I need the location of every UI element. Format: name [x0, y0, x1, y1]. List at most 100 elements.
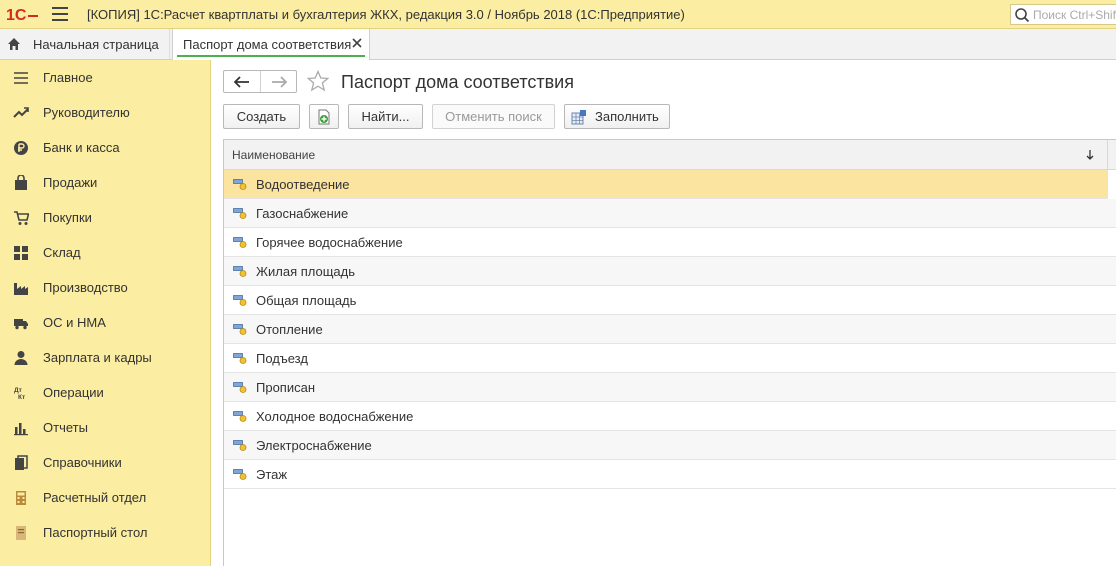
characteristic-icon [233, 208, 247, 219]
sidebar-item-passport-office[interactable]: Паспортный стол [0, 515, 210, 550]
sidebar-item-label: Производство [43, 280, 128, 295]
characteristic-icon [233, 411, 247, 422]
sidebar-item-label: Паспортный стол [43, 525, 148, 540]
person-icon [14, 350, 28, 365]
title-bar: 1С [КОПИЯ] 1С:Расчет квартплаты и бухгал… [0, 0, 1116, 29]
table-row[interactable]: Общая площадь [224, 286, 1116, 315]
main-menu-icon[interactable] [52, 7, 68, 21]
tab-house-passport[interactable]: Паспорт дома соответствия [172, 29, 370, 60]
back-button[interactable] [224, 71, 260, 92]
close-icon[interactable] [351, 37, 363, 49]
sidebar-item-salary[interactable]: Зарплата и кадры [0, 340, 210, 375]
table-row[interactable]: Жилая площадь [224, 257, 1116, 286]
sidebar-item-label: Главное [43, 70, 93, 85]
table-header: Наименование [224, 140, 1116, 170]
characteristic-icon [233, 266, 247, 277]
sidebar-item-operations[interactable]: Дт Кт Операции [0, 375, 210, 410]
table-row[interactable]: Газоснабжение [224, 199, 1116, 228]
table-row[interactable]: Подъезд [224, 344, 1116, 373]
row-label: Прописан [256, 379, 316, 395]
sidebar-item-label: ОС и НМА [43, 315, 106, 330]
table-row[interactable]: Горячее водоснабжение [224, 228, 1116, 257]
factory-icon [14, 282, 28, 295]
cancel-search-button[interactable]: Отменить поиск [432, 104, 555, 129]
search-icon[interactable] [1014, 7, 1030, 23]
table-row[interactable]: Электроснабжение [224, 431, 1116, 460]
sidebar-item-reports[interactable]: Отчеты [0, 410, 210, 445]
tab-active-label: Паспорт дома соответствия [183, 37, 352, 52]
row-label: Водоотведение [256, 176, 350, 192]
table-row[interactable]: Водоотведение [224, 170, 1108, 199]
row-label: Подъезд [256, 350, 308, 366]
row-label: Этаж [256, 466, 288, 482]
fill-button[interactable]: Заполнить [564, 104, 670, 129]
sidebar-item-assets[interactable]: ОС и НМА [0, 305, 210, 340]
calculator-icon [16, 490, 26, 505]
folder-icon [16, 525, 26, 540]
row-label: Газоснабжение [256, 205, 349, 221]
sidebar-item-warehouse[interactable]: Склад [0, 235, 210, 270]
svg-text:Кт: Кт [18, 394, 25, 401]
row-label: Общая площадь [256, 292, 357, 308]
bag-icon [15, 174, 27, 190]
sidebar-item-label: Покупки [43, 210, 92, 225]
tab-home-label: Начальная страница [33, 36, 159, 52]
sidebar-item-label: Продажи [43, 175, 98, 190]
sidebar-item-bank[interactable]: Банк и касса [0, 130, 210, 165]
search-input[interactable] [1033, 6, 1116, 23]
sidebar-item-production[interactable]: Производство [0, 270, 210, 305]
sidebar-item-label: Операции [43, 385, 104, 400]
main-content: Паспорт дома соответствия Создать Найти.… [211, 60, 1116, 566]
tab-home[interactable]: Начальная страница [0, 29, 170, 59]
characteristic-icon [233, 324, 247, 335]
column-header-label: Наименование [232, 148, 316, 162]
sidebar-item-purchases[interactable]: Покупки [0, 200, 210, 235]
search-box[interactable] [1010, 4, 1116, 25]
row-label: Жилая площадь [256, 263, 356, 279]
window-title: [КОПИЯ] 1С:Расчет квартплаты и бухгалтер… [87, 7, 685, 22]
svg-text:1С: 1С [6, 7, 27, 23]
list-table: Наименование Водоотведение Газоснабжение Г… [223, 139, 1116, 566]
row-label: Электроснабжение [256, 437, 372, 453]
row-label: Холодное водоснабжение [256, 408, 414, 424]
sidebar-item-sales[interactable]: Продажи [0, 165, 210, 200]
menu-lines-icon [14, 71, 28, 84]
table-body: Водоотведение Газоснабжение Горячее водосн… [224, 170, 1116, 489]
sidebar-item-label: Расчетный отдел [43, 490, 147, 505]
sidebar-item-label: Отчеты [43, 420, 88, 435]
sidebar-item-billing[interactable]: Расчетный отдел [0, 480, 210, 515]
find-button[interactable]: Найти... [348, 104, 423, 129]
svg-text:Дт: Дт [14, 387, 22, 394]
characteristic-icon [233, 353, 247, 364]
create-copy-button[interactable] [309, 104, 339, 129]
characteristic-icon [233, 382, 247, 393]
row-label: Отопление [256, 321, 323, 337]
fill-button-label: Заполнить [595, 109, 659, 124]
sidebar-item-manager[interactable]: Руководителю [0, 95, 210, 130]
sidebar-item-label: Руководителю [43, 105, 130, 120]
arrow-left-icon [234, 75, 249, 88]
table-row[interactable]: Отопление [224, 315, 1116, 344]
characteristic-icon [233, 440, 247, 451]
fill-grid-icon [571, 109, 586, 124]
sidebar-item-label: Банк и касса [43, 140, 120, 155]
trend-icon [13, 106, 29, 118]
forward-button[interactable] [260, 71, 296, 92]
column-header-name[interactable]: Наименование [224, 140, 1108, 170]
table-row[interactable]: Холодное водоснабжение [224, 402, 1116, 431]
create-button[interactable]: Создать [223, 104, 300, 129]
characteristic-icon [233, 237, 247, 248]
favorite-star-icon[interactable] [307, 70, 329, 92]
table-row[interactable]: Прописан [224, 373, 1116, 402]
table-row[interactable]: Этаж [224, 460, 1116, 489]
bar-chart-icon [14, 422, 28, 435]
truck-icon [14, 318, 28, 329]
ruble-icon [14, 140, 28, 155]
1c-logo-icon[interactable]: 1С [6, 5, 40, 23]
books-icon [15, 454, 28, 470]
dt-kt-icon: ДтКт [14, 387, 25, 401]
sidebar-item-main[interactable]: Главное [0, 60, 210, 95]
sidebar-item-catalogs[interactable]: Справочники [0, 445, 210, 480]
page-title: Паспорт дома соответствия [341, 72, 574, 92]
history-nav [223, 70, 297, 93]
